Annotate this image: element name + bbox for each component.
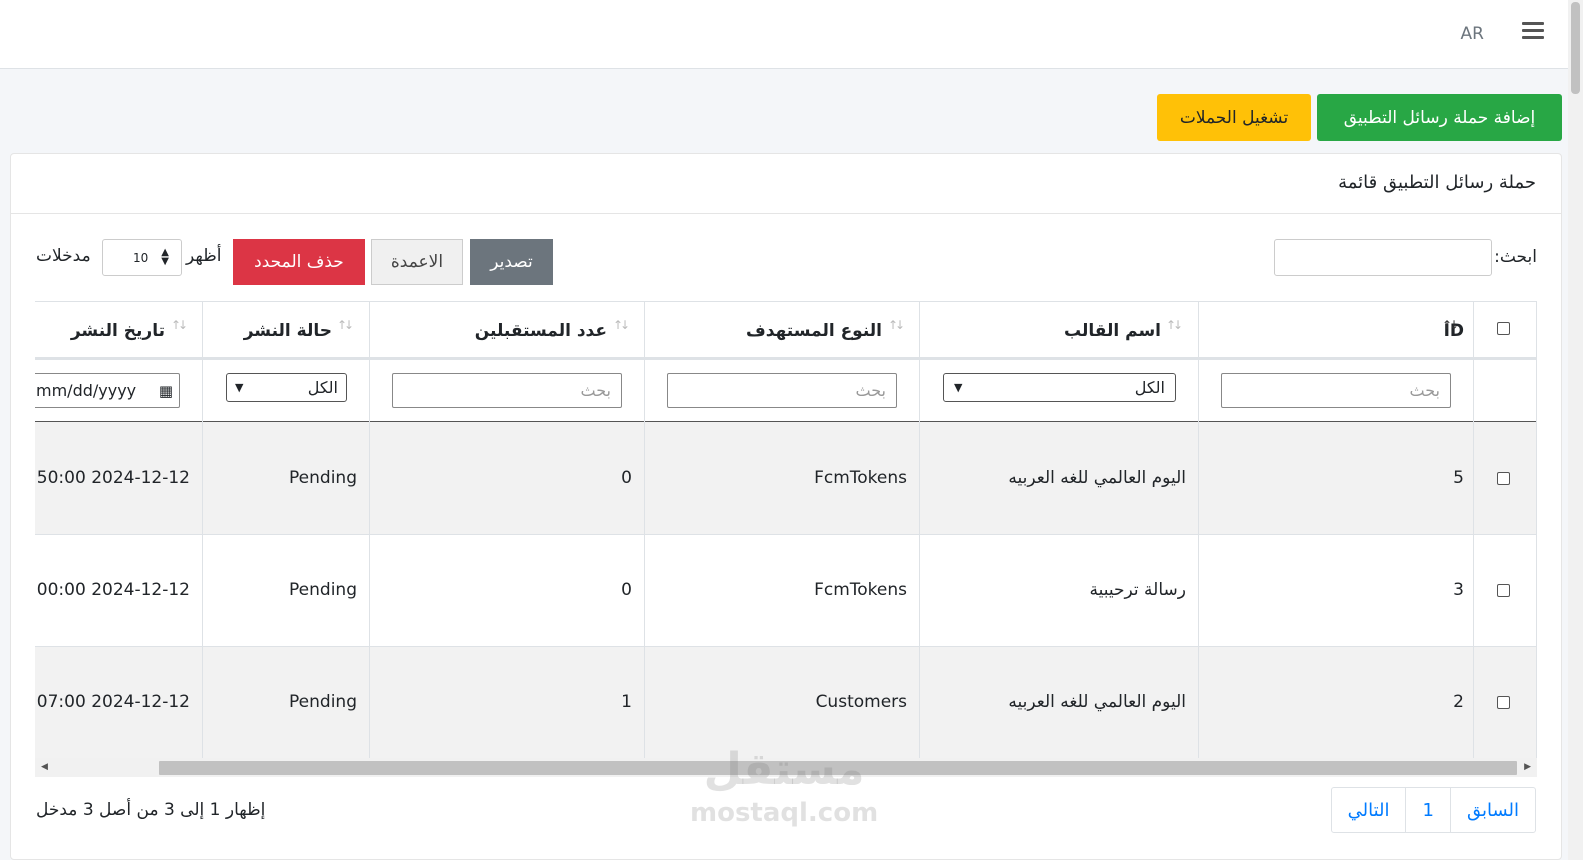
cell-recipients: 1 — [621, 692, 632, 712]
scroll-right-icon[interactable]: ▶ — [1524, 762, 1531, 772]
page-length-select[interactable]: 10 ▲ ▼ — [102, 239, 182, 276]
pagination: السابق 1 التالي — [1330, 787, 1536, 833]
status-filter-select[interactable]: الكل ▼ — [226, 373, 347, 402]
header-date[interactable]: تاريخ النشر — [71, 321, 165, 341]
sort-icon[interactable]: ↑↓ — [888, 318, 905, 332]
entries-label: مدخلات — [36, 246, 91, 266]
cell-recipients: 0 — [621, 580, 632, 600]
cell-target: FcmTokens — [814, 468, 907, 488]
campaigns-table: ID ↑↓ اسم القالب ↑↓ النوع المستهدف ↑↓ عد… — [35, 301, 1537, 777]
scrollbar-thumb[interactable] — [159, 761, 1517, 775]
page-length-value: 10 — [133, 250, 149, 265]
date-filter-input[interactable]: mm/dd/yyyy ▦ — [35, 373, 180, 408]
recipients-filter-input[interactable]: بحث — [392, 373, 622, 408]
cell-recipients: 0 — [621, 468, 632, 488]
header-status[interactable]: حالة النشر — [244, 321, 332, 341]
chevron-down-icon: ▼ — [235, 381, 244, 394]
cell-template: رسالة ترحيبية — [1089, 580, 1186, 600]
sort-icon[interactable]: ↑↓ — [171, 318, 188, 332]
row-checkbox[interactable] — [1497, 472, 1510, 485]
header-target[interactable]: النوع المستهدف — [746, 321, 882, 341]
export-button[interactable]: تصدير — [470, 239, 553, 285]
sort-icon[interactable]: ↑↓ — [613, 318, 630, 332]
sort-icon[interactable]: ↑↓ — [1166, 318, 1183, 332]
template-filter-select[interactable]: الكل ▼ — [943, 373, 1176, 402]
cell-target: FcmTokens — [814, 580, 907, 600]
row-checkbox[interactable] — [1497, 696, 1510, 709]
hamburger-menu-icon[interactable] — [1522, 22, 1544, 42]
status-filter-value: الكل — [307, 378, 338, 397]
pagination-page-1[interactable]: 1 — [1405, 788, 1449, 832]
date-filter-placeholder: mm/dd/yyyy — [36, 381, 137, 400]
row-checkbox[interactable] — [1497, 584, 1510, 597]
pagination-next[interactable]: التالي — [1332, 788, 1406, 832]
cell-date: 18:00:00 2024-12-12 — [35, 580, 190, 600]
sort-icon[interactable]: ↑↓ — [337, 318, 354, 332]
columns-button[interactable]: الاعمدة — [371, 239, 463, 285]
search-label: ابحث: — [1494, 247, 1537, 267]
scroll-left-icon[interactable]: ◀ — [41, 762, 48, 772]
id-filter-input[interactable]: بحث — [1221, 373, 1451, 408]
cell-template: اليوم العالمي للغه العربيه — [1008, 692, 1186, 712]
sort-desc-icon[interactable]: ↑↓ — [1442, 318, 1459, 332]
target-filter-input[interactable]: بحث — [667, 373, 897, 408]
header-recipients[interactable]: عدد المستقبلين — [475, 321, 607, 341]
card-title: حملة رسائل التطبيق قائمة — [1338, 172, 1536, 193]
cell-status: Pending — [289, 580, 357, 600]
pagination-previous[interactable]: السابق — [1449, 788, 1535, 832]
page-scrollbar[interactable] — [1568, 0, 1583, 860]
run-campaigns-button[interactable]: تشغيل الحملات — [1157, 94, 1311, 141]
cell-template: اليوم العالمي للغه العربيه — [1008, 468, 1186, 488]
cell-id: 2 — [1453, 692, 1464, 712]
add-campaign-button[interactable]: إضافة حملة رسائل التطبيق — [1317, 94, 1562, 141]
top-navbar: AR — [0, 0, 1568, 69]
language-switch[interactable]: AR — [1461, 24, 1484, 44]
cell-status: Pending — [289, 468, 357, 488]
card-header: حملة رسائل التطبيق قائمة — [11, 154, 1561, 214]
table-horizontal-scrollbar[interactable]: ◀ ▶ — [35, 758, 1537, 777]
campaigns-card: حملة رسائل التطبيق قائمة ابحث: تصدير الا… — [10, 153, 1562, 860]
chevron-down-icon: ▼ — [954, 381, 963, 394]
cell-target: Customers — [815, 692, 907, 712]
cell-date: 19:07:00 2024-12-12 — [35, 692, 190, 712]
search-input[interactable] — [1274, 239, 1492, 276]
updown-icon: ▲ ▼ — [161, 247, 169, 267]
cell-status: Pending — [289, 692, 357, 712]
cell-date: 12:50:00 2024-12-12 — [35, 468, 190, 488]
template-filter-value: الكل — [1134, 378, 1165, 397]
show-label: أظهر — [186, 246, 222, 266]
cell-id: 5 — [1453, 468, 1464, 488]
delete-selected-button[interactable]: حذف المحدد — [233, 239, 365, 285]
calendar-icon[interactable]: ▦ — [159, 382, 179, 400]
table-info: إظهار 1 إلى 3 من أصل 3 مدخل — [36, 800, 266, 820]
header-template[interactable]: اسم القالب — [1064, 321, 1161, 341]
select-all-checkbox[interactable] — [1497, 322, 1510, 335]
cell-id: 3 — [1453, 580, 1464, 600]
